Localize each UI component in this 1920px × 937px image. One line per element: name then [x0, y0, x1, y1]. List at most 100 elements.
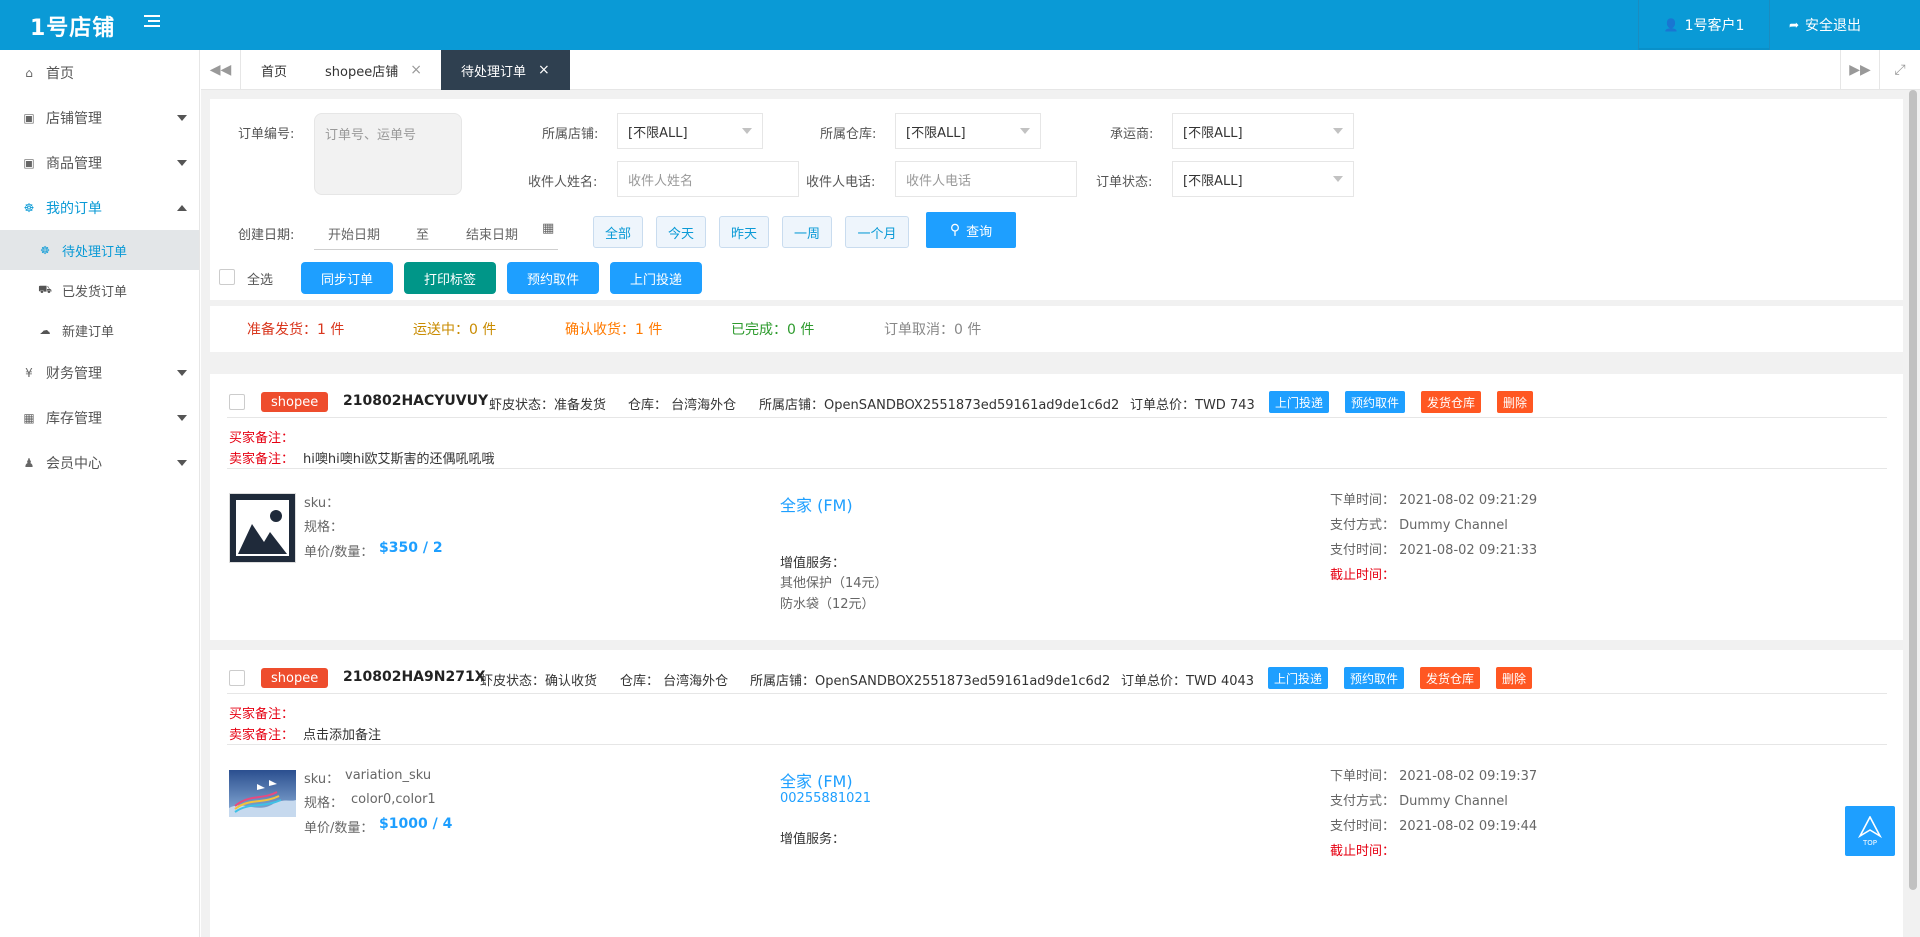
- sku-label: sku：: [304, 496, 340, 511]
- seller-note-label: 卖家备注：: [229, 728, 295, 743]
- stat-cancelled[interactable]: 订单取消：0 件: [884, 306, 981, 352]
- shop-name: 所属店铺：OpenSANDBOX2551873ed59161ad9de1c6d2: [759, 398, 1120, 413]
- stat-completed[interactable]: 已完成：0 件: [731, 306, 814, 352]
- order-number[interactable]: 210802HA9N271X: [343, 669, 485, 685]
- order-number[interactable]: 210802HACYUVUY: [343, 393, 488, 409]
- start-date-input[interactable]: 开始日期: [328, 224, 380, 243]
- quick-week-button[interactable]: 一周: [782, 216, 832, 248]
- seller-note[interactable]: 点击添加备注: [303, 724, 381, 743]
- dropdown-arrow-icon: [742, 128, 752, 134]
- receiver-name-input[interactable]: 收件人姓名: [617, 161, 799, 197]
- quick-all-button[interactable]: 全部: [593, 216, 643, 248]
- order-stats: 准备发货：1 件 运送中：0 件 确认收货：1 件 已完成：0 件 订单取消：0…: [210, 306, 1903, 352]
- calendar-icon[interactable]: ▦: [542, 221, 554, 236]
- user-menu[interactable]: 👤 1号客户1: [1638, 0, 1770, 50]
- sync-orders-button[interactable]: 同步订单: [301, 262, 393, 294]
- warehouse-label: 所属仓库:: [820, 127, 877, 142]
- delete-button[interactable]: 删除: [1496, 667, 1533, 689]
- truck-icon: ⛟: [38, 282, 52, 296]
- user-name: 1号客户1: [1684, 18, 1745, 34]
- print-labels-button[interactable]: 打印标签: [404, 262, 496, 294]
- stat-in-transit[interactable]: 运送中：0 件: [413, 306, 496, 352]
- date-range: 开始日期 至 结束日期 ▦: [314, 212, 558, 250]
- order-time: 下单时间： 2021-08-02 09:21:29: [1330, 493, 1538, 508]
- carrier-select[interactable]: [不限ALL]: [1172, 113, 1354, 149]
- order-total: 订单总价：TWD 743: [1130, 398, 1255, 413]
- sidebar-item-my-orders[interactable]: ☸ 我的订单: [0, 185, 199, 230]
- sidebar: ⌂ 首页 ▣ 店铺管理 ▣ 商品管理 ☸ 我的订单 ☸ 待处理订单 ⛟ 已发货订…: [0, 50, 200, 937]
- schedule-pickup-button[interactable]: 预约取件: [507, 262, 599, 294]
- receiver-phone-input[interactable]: 收件人电话: [895, 161, 1077, 197]
- sidebar-subitem-pending-orders[interactable]: ☸ 待处理订单: [0, 230, 199, 270]
- order-no-input[interactable]: 订单号、运单号: [314, 113, 462, 195]
- schedule-pickup-button[interactable]: 预约取件: [1345, 391, 1406, 413]
- sidebar-item-inventory[interactable]: ▦ 库存管理: [0, 395, 199, 440]
- scrollbar-thumb[interactable]: [1909, 90, 1917, 890]
- schedule-pickup-button[interactable]: 预约取件: [1344, 667, 1405, 689]
- tabs-scroll-right-icon[interactable]: ▶▶: [1840, 50, 1880, 90]
- order-checkbox[interactable]: [229, 670, 245, 686]
- payment-method: 支付方式： Dummy Channel: [1330, 794, 1508, 809]
- sidebar-item-shop-management[interactable]: ▣ 店铺管理: [0, 95, 199, 140]
- quick-yesterday-button[interactable]: 昨天: [719, 216, 769, 248]
- close-icon[interactable]: ×: [538, 62, 550, 78]
- door-delivery-button[interactable]: 上门投递: [1268, 667, 1329, 689]
- scrollbar[interactable]: [1906, 90, 1920, 937]
- tab-shopee-shop[interactable]: shopee店铺 ×: [305, 50, 442, 90]
- fullscreen-icon[interactable]: ⤢: [1880, 50, 1920, 90]
- divider: [227, 693, 1887, 694]
- delete-button[interactable]: 删除: [1497, 391, 1534, 413]
- tabs-scroll-left-icon[interactable]: ◀◀: [201, 50, 241, 90]
- ship-warehouse-button[interactable]: 发货仓库: [1420, 667, 1481, 689]
- order-total: 订单总价：TWD 4043: [1121, 674, 1255, 689]
- quick-month-button[interactable]: 一个月: [845, 216, 909, 248]
- tab-home[interactable]: 首页: [241, 50, 307, 90]
- quick-today-button[interactable]: 今天: [656, 216, 706, 248]
- product-image: [229, 770, 296, 817]
- sidebar-item-product-management[interactable]: ▣ 商品管理: [0, 140, 199, 185]
- logout-icon: ➦: [1788, 18, 1800, 32]
- order-card: shopee 210802HACYUVUY 虾皮状态：准备发货 仓库： 台湾海外…: [210, 374, 1903, 640]
- create-date-label: 创建日期:: [238, 228, 295, 243]
- dropdown-arrow-icon: [1020, 128, 1030, 134]
- sidebar-item-member-center[interactable]: ♟ 会员中心: [0, 440, 199, 485]
- seller-note[interactable]: hi噢hi噢hi欧艾斯害的还偶吼吼哦: [303, 448, 495, 467]
- sku-value: variation_sku: [345, 768, 432, 783]
- sidebar-subitem-new-order[interactable]: ☁ 新建订单: [0, 310, 199, 350]
- value-added-item: 防水袋（12元）: [780, 597, 875, 612]
- buyer-note-label: 买家备注：: [229, 431, 295, 446]
- payment-method: 支付方式： Dummy Channel: [1330, 518, 1508, 533]
- select-all-checkbox[interactable]: [219, 269, 235, 285]
- warehouse: 仓库： 台湾海外仓: [620, 674, 729, 689]
- price-label: 单价/数量：: [304, 545, 374, 560]
- stat-ready-to-ship[interactable]: 准备发货：1 件: [247, 306, 344, 352]
- order-status-label: 订单状态:: [1096, 175, 1153, 190]
- tracking-number[interactable]: 00255881021: [780, 791, 871, 806]
- stat-confirmed[interactable]: 确认收货：1 件: [565, 306, 662, 352]
- ship-warehouse-button[interactable]: 发货仓库: [1421, 391, 1482, 413]
- value-added-label: 增值服务：: [780, 832, 846, 847]
- chevron-down-icon: [177, 460, 187, 466]
- tab-pending-orders[interactable]: 待处理订单 ×: [441, 50, 570, 90]
- back-to-top-button[interactable]: TOP: [1845, 806, 1895, 856]
- logout-button[interactable]: ➦ 安全退出: [1770, 0, 1880, 50]
- warehouse-select[interactable]: [不限ALL]: [895, 113, 1041, 149]
- bag-icon: ▣: [23, 155, 35, 170]
- door-delivery-button[interactable]: 上门投递: [1269, 391, 1330, 413]
- chevron-down-icon: [177, 415, 187, 421]
- close-icon[interactable]: ×: [410, 62, 422, 78]
- menu-toggle-icon[interactable]: [144, 15, 160, 31]
- sidebar-item-finance[interactable]: ¥ 财务管理: [0, 350, 199, 395]
- order-status-select[interactable]: [不限ALL]: [1172, 161, 1354, 197]
- date-to-label: 至: [416, 228, 430, 243]
- sidebar-item-home[interactable]: ⌂ 首页: [0, 50, 199, 95]
- value-added-label: 增值服务：: [780, 556, 846, 571]
- end-date-input[interactable]: 结束日期: [466, 224, 518, 243]
- search-button[interactable]: ⚲ 查询: [926, 212, 1016, 248]
- user-icon: 👤: [1663, 18, 1679, 32]
- door-delivery-button[interactable]: 上门投递: [610, 262, 702, 294]
- product-image-placeholder: [229, 493, 296, 563]
- order-checkbox[interactable]: [229, 394, 245, 410]
- shop-select[interactable]: [不限ALL]: [617, 113, 763, 149]
- sidebar-subitem-shipped-orders[interactable]: ⛟ 已发货订单: [0, 270, 199, 310]
